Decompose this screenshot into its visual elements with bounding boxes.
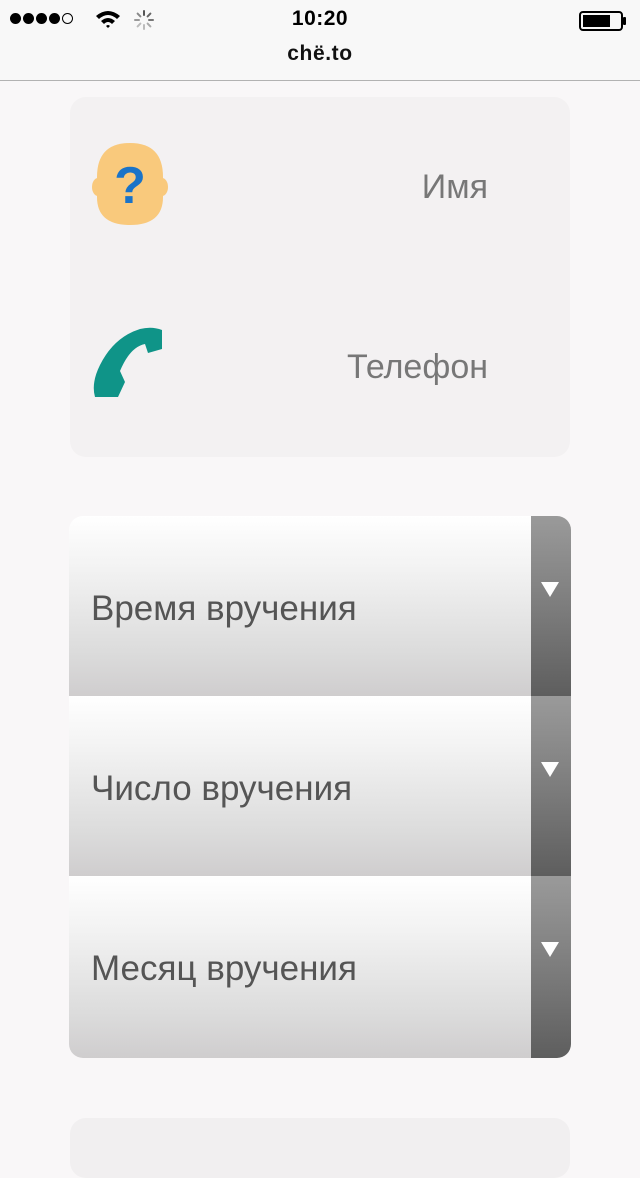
delivery-selects: Время вручения Число вручения Месяц вруч…	[69, 516, 571, 1058]
delivery-time-label: Время вручения	[91, 589, 357, 628]
delivery-time-select[interactable]: Время вручения	[69, 516, 571, 696]
status-time: 10:20	[291, 7, 349, 30]
contact-card: ? Имя Телефон	[70, 97, 570, 457]
phone-handset-icon	[92, 327, 164, 404]
url-domain[interactable]: chë.to	[0, 42, 640, 66]
triangle-down-icon	[541, 762, 559, 777]
dropdown-handle[interactable]	[531, 516, 571, 696]
phone-row[interactable]: Телефон	[70, 277, 570, 457]
browser-top-bar: 10:20 chë.to	[0, 0, 640, 81]
dropdown-handle[interactable]	[531, 876, 571, 1058]
triangle-down-icon	[541, 582, 559, 597]
delivery-day-select[interactable]: Число вручения	[69, 696, 571, 876]
next-card	[70, 1118, 570, 1178]
triangle-down-icon	[541, 942, 559, 957]
battery-icon	[579, 10, 629, 37]
question-head-icon: ?	[92, 143, 168, 232]
delivery-month-select[interactable]: Месяц вручения	[69, 876, 571, 1058]
name-row[interactable]: ? Имя	[70, 97, 570, 277]
dropdown-handle[interactable]	[531, 696, 571, 876]
phone-label: Телефон	[346, 348, 488, 386]
name-label: Имя	[421, 168, 488, 206]
svg-text:?: ?	[114, 157, 146, 215]
delivery-month-label: Месяц вручения	[91, 949, 357, 988]
delivery-day-label: Число вручения	[91, 769, 353, 808]
